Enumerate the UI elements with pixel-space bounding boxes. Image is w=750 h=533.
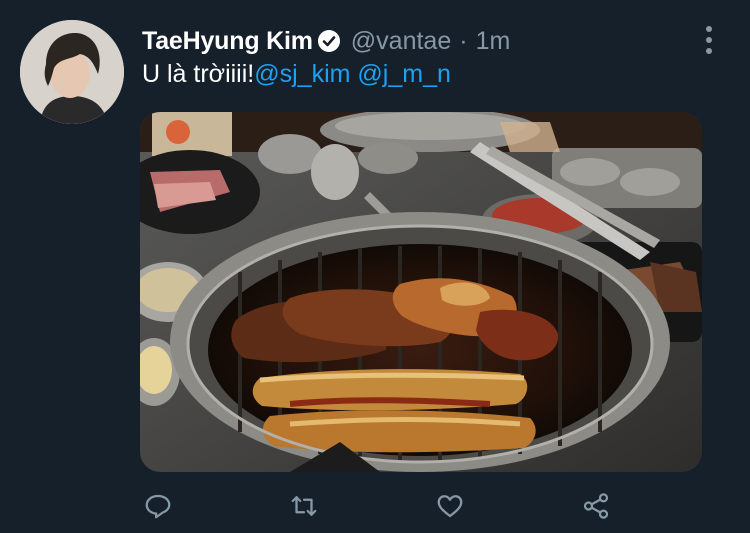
handle[interactable]: @vantae xyxy=(351,27,451,56)
tweet-card[interactable]: TaeHyung Kim @vantae · 1m U là trờiiii!@… xyxy=(0,0,750,533)
tweet-header: TaeHyung Kim @vantae · 1m xyxy=(142,26,510,56)
tweet-actions-bar xyxy=(140,486,620,526)
display-name[interactable]: TaeHyung Kim xyxy=(142,27,313,56)
avatar-image xyxy=(20,20,124,124)
more-dot xyxy=(706,48,712,54)
reply-icon xyxy=(145,494,171,519)
food-photo-image xyxy=(140,112,702,472)
timestamp[interactable]: 1m xyxy=(476,27,511,56)
avatar[interactable] xyxy=(20,20,124,124)
tweet-text-body: U là trờiiii! xyxy=(142,60,255,88)
tweet-media-photo[interactable] xyxy=(140,112,702,472)
like-icon xyxy=(437,495,463,518)
share-button[interactable] xyxy=(576,486,616,526)
retweet-icon xyxy=(291,496,317,516)
mention-link[interactable]: @sj_kim xyxy=(254,60,350,88)
more-options-icon[interactable] xyxy=(700,26,718,54)
separator-dot: · xyxy=(459,26,468,55)
share-icon xyxy=(583,493,609,519)
more-dot xyxy=(706,37,712,43)
mention-link[interactable]: @j_m_n xyxy=(357,60,450,88)
reply-button[interactable] xyxy=(138,486,178,526)
like-button[interactable] xyxy=(430,486,470,526)
retweet-button[interactable] xyxy=(284,486,324,526)
tweet-text: U là trờiiii!@sj_kim @j_m_n xyxy=(142,60,451,89)
more-dot xyxy=(706,26,712,32)
verified-badge-icon xyxy=(317,29,341,53)
